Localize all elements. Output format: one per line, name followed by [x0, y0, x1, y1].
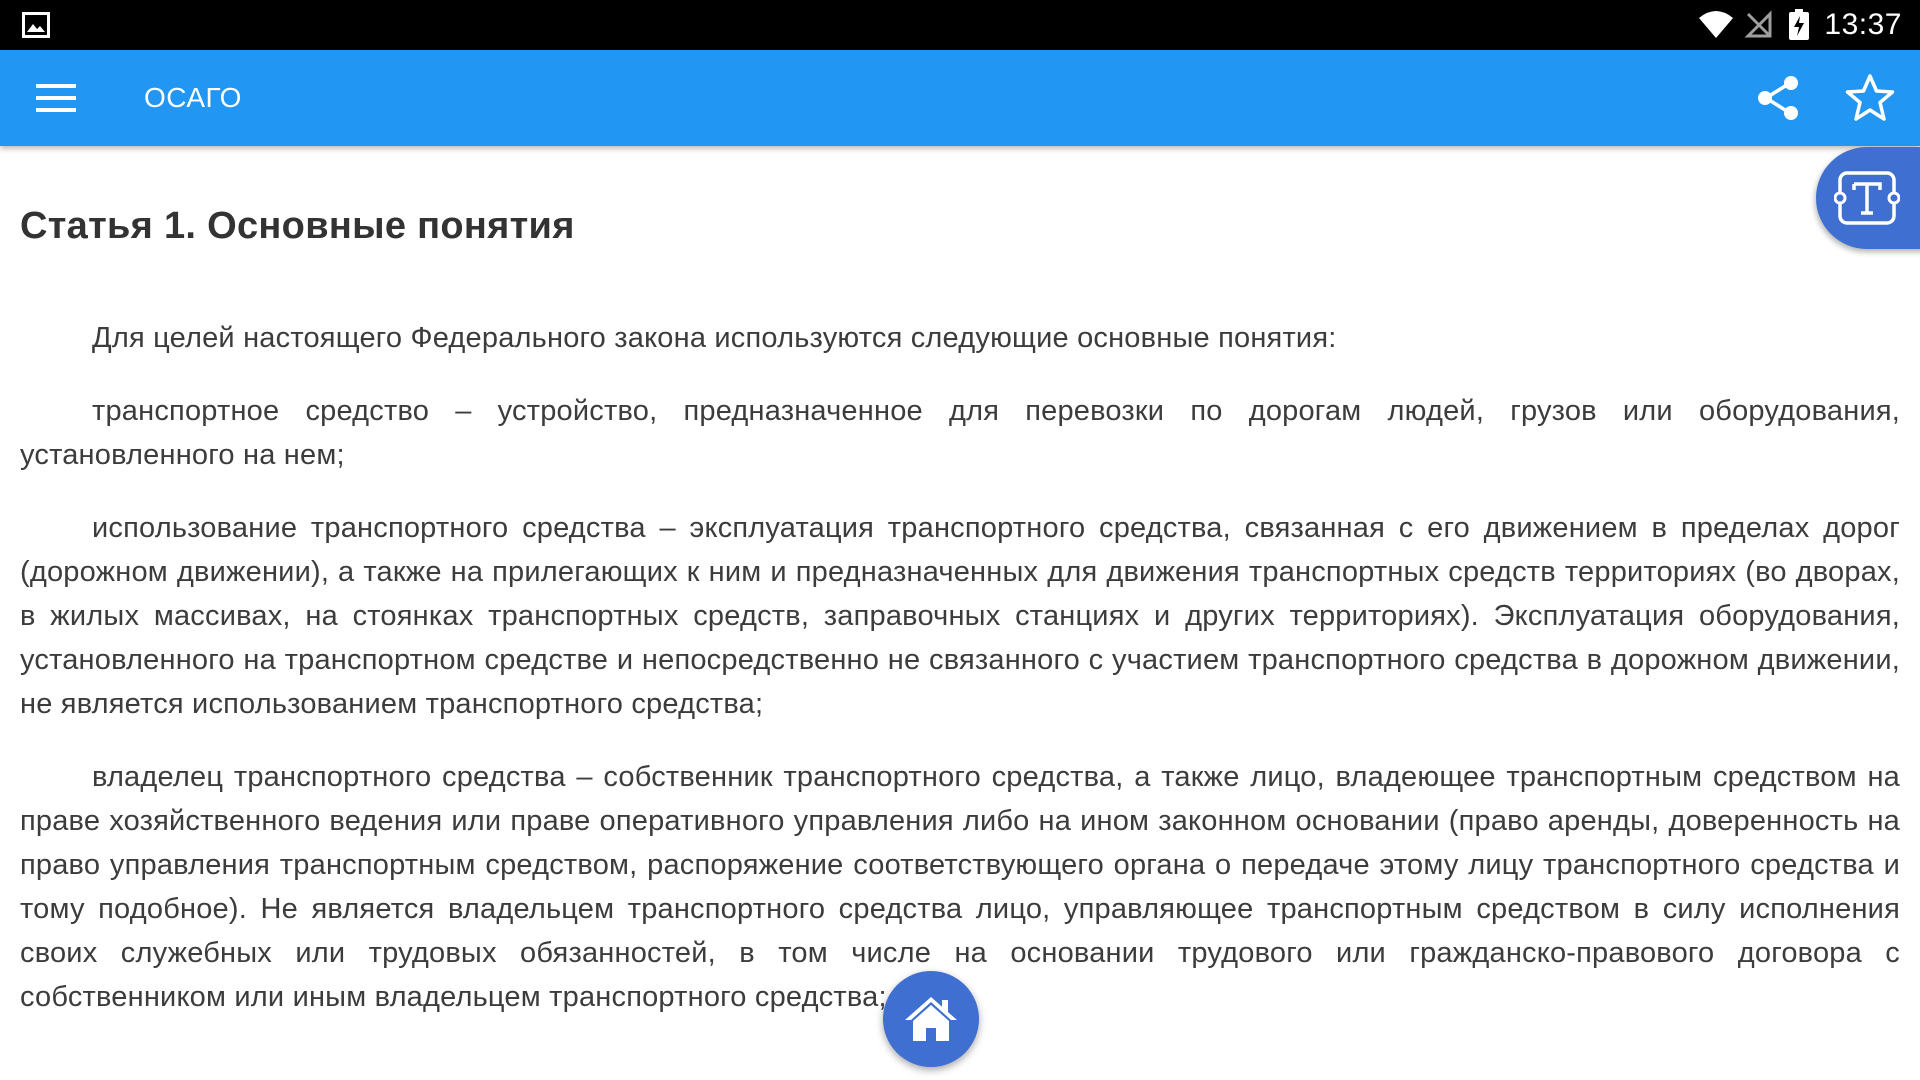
app-bar: ОСАГО	[0, 50, 1920, 146]
article-paragraph: владелец транспортного средства – собств…	[20, 761, 1900, 1013]
status-bar: 13:37	[0, 0, 1920, 50]
article-paragraph: Для целей настоящего Федерального закона…	[92, 322, 1337, 354]
star-icon	[1845, 74, 1895, 121]
article-paragraph: транспортное средство – устройство, пред…	[20, 395, 1900, 471]
menu-icon	[36, 84, 76, 112]
share-icon	[1758, 76, 1798, 120]
image-notification-icon	[22, 12, 50, 38]
home-button[interactable]	[883, 971, 979, 1067]
menu-button[interactable]	[24, 74, 88, 122]
status-icons: 13:37	[1698, 0, 1902, 50]
share-button[interactable]	[1748, 68, 1808, 128]
article-content: Статья 1. Основные понятия Для целей нас…	[20, 146, 1900, 1019]
clock: 13:37	[1824, 8, 1902, 41]
home-icon	[905, 997, 957, 1041]
app-title: ОСАГО	[144, 82, 242, 113]
article-heading: Статья 1. Основные понятия	[20, 205, 575, 247]
favorite-button[interactable]	[1840, 68, 1900, 128]
battery-charging-icon	[1789, 9, 1810, 40]
article-paragraph: использование транспортного средства – э…	[20, 512, 1900, 720]
wifi-icon	[1699, 11, 1734, 38]
no-signal-icon	[1744, 10, 1772, 38]
